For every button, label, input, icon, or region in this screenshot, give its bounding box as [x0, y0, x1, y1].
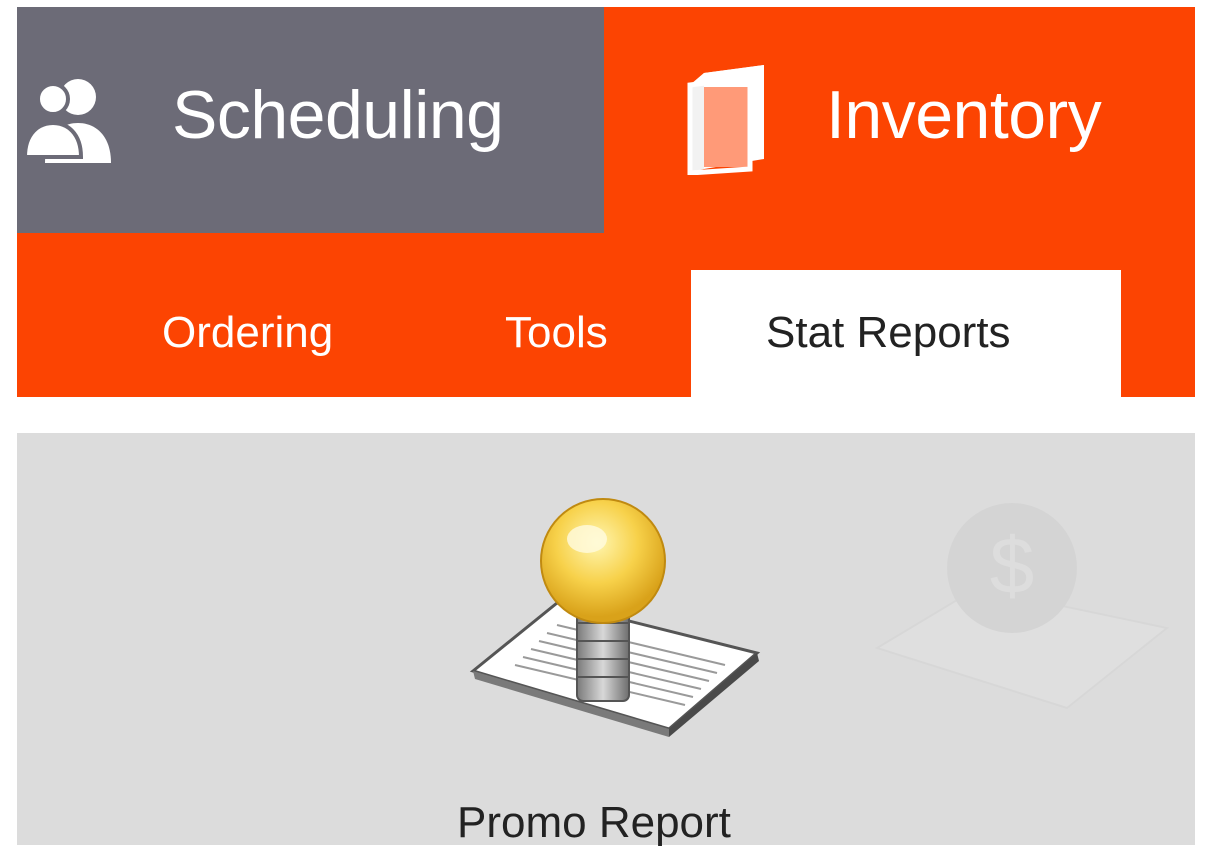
tab-scheduling[interactable]: Scheduling [17, 7, 604, 233]
tab-inventory-label: Inventory [826, 77, 1102, 153]
sub-nav: Ordering Tools Stat Reports [17, 233, 1195, 397]
book-icon [687, 65, 764, 175]
svg-text:$: $ [990, 521, 1035, 610]
reports-panel: Promo Report $ [17, 433, 1195, 847]
financial-report-button: $ [857, 478, 1187, 728]
dollar-report-icon: $ [874, 503, 1170, 710]
sub-tab-stat-reports-label: Stat Reports [766, 308, 1011, 357]
promo-report-button[interactable]: Promo Report [437, 493, 777, 847]
sub-tab-stat-reports[interactable]: Stat Reports [691, 270, 1121, 397]
sub-tab-ordering[interactable]: Ordering [162, 307, 333, 359]
promo-report-label: Promo Report [457, 798, 731, 847]
tab-scheduling-label: Scheduling [172, 77, 504, 153]
lightbulb-report-icon [469, 498, 761, 737]
tab-inventory[interactable]: Inventory [604, 7, 1195, 233]
sub-tab-tools[interactable]: Tools [505, 307, 608, 359]
module-tabs: Scheduling Inventory [17, 7, 1195, 233]
people-icon [23, 79, 111, 163]
